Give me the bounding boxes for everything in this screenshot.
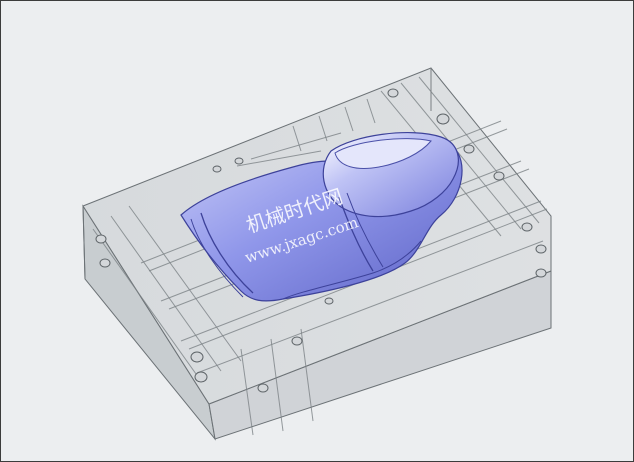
mold-assembly-render[interactable]: 机械时代网 www.jxagc.com [1, 1, 633, 461]
3d-model-viewport[interactable]: 机械时代网 www.jxagc.com [0, 0, 634, 462]
